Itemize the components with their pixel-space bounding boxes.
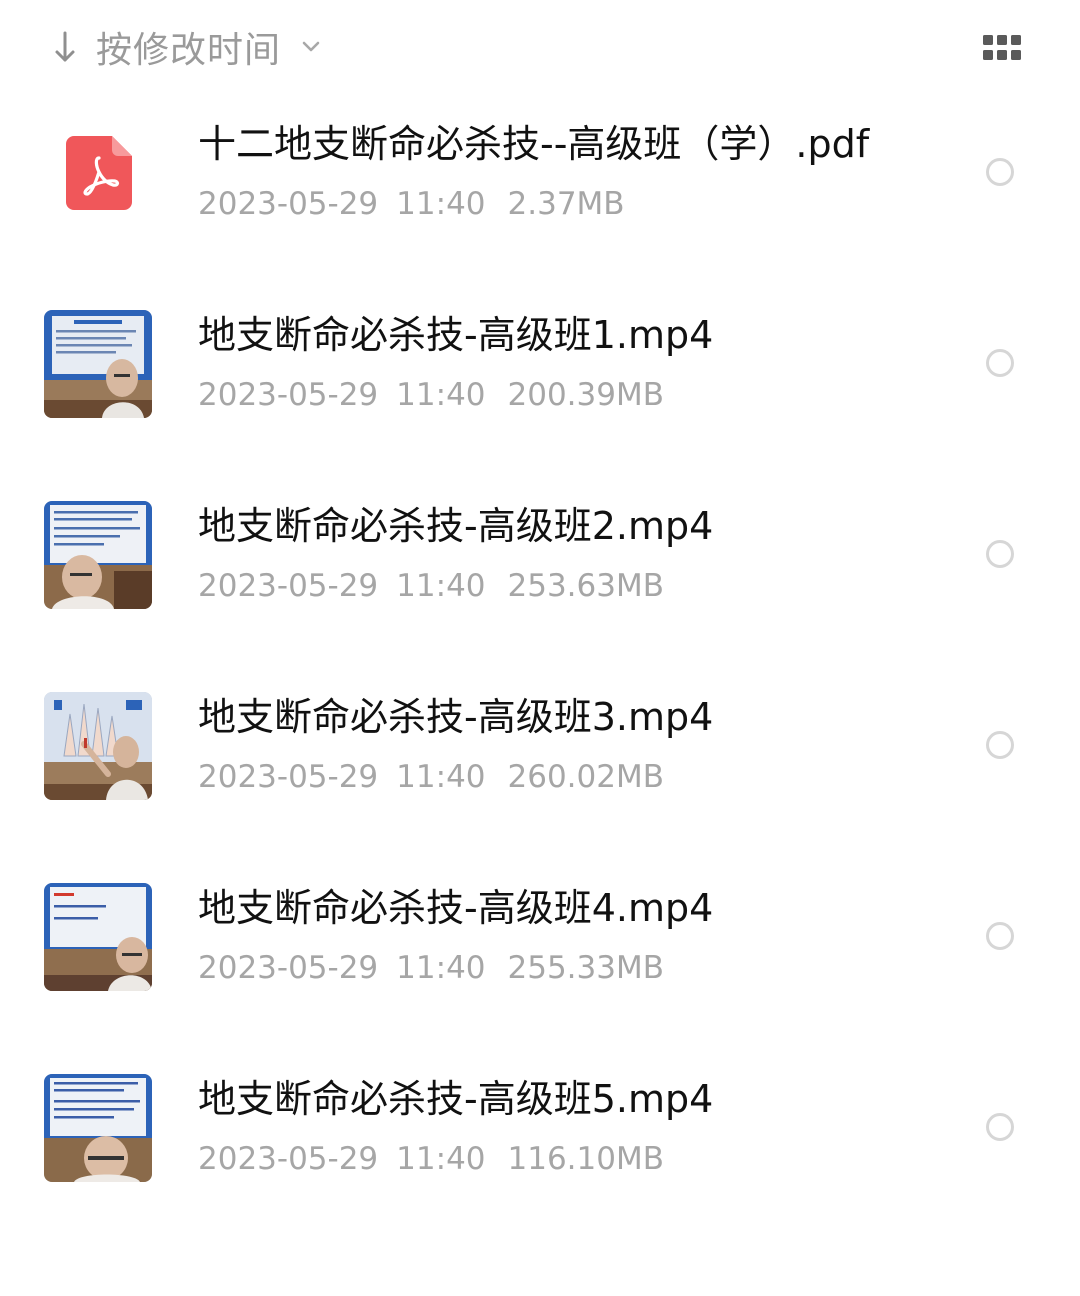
pdf-icon xyxy=(66,136,132,210)
select-checkbox[interactable] xyxy=(986,922,1014,950)
file-size: 253.63MB xyxy=(507,568,664,604)
file-time: 11:40 xyxy=(396,759,486,795)
list-item[interactable]: 十二地支断命必杀技--高级班（学）.pdf 2023-05-29 11:40 2.3… xyxy=(0,96,1080,287)
video-thumbnail xyxy=(44,310,152,418)
list-item[interactable]: 地支断命必杀技-高级班2.mp4 2023-05-29 11:40 253.63MB xyxy=(0,478,1080,669)
toolbar: 按修改时间 xyxy=(0,0,1080,96)
file-meta: 2023-05-29 11:40 2.37MB xyxy=(198,184,625,224)
file-name: 地支断命必杀技-高级班3.mp4 xyxy=(198,695,714,739)
file-meta: 2023-05-29 11:40 255.33MB xyxy=(198,948,664,988)
video-thumbnail xyxy=(44,883,152,991)
select-checkbox[interactable] xyxy=(986,540,1014,568)
arrow-down-icon xyxy=(55,31,75,62)
file-meta: 2023-05-29 11:40 116.10MB xyxy=(198,1139,664,1179)
video-thumbnail xyxy=(44,692,152,800)
file-date: 2023-05-29 xyxy=(198,950,379,986)
file-name: 地支断命必杀技-高级班2.mp4 xyxy=(198,504,714,548)
sort-button[interactable]: 按修改时间 xyxy=(52,22,321,72)
file-time: 11:40 xyxy=(396,377,486,413)
file-name: 地支断命必杀技-高级班1.mp4 xyxy=(198,313,714,357)
file-date: 2023-05-29 xyxy=(198,1141,379,1177)
file-date: 2023-05-29 xyxy=(198,568,379,604)
sort-label: 按修改时间 xyxy=(96,30,282,71)
file-time: 11:40 xyxy=(396,568,486,604)
chevron-down-icon xyxy=(302,41,320,52)
file-date: 2023-05-29 xyxy=(198,759,379,795)
list-item[interactable]: 地支断命必杀技-高级班5.mp4 2023-05-29 11:40 116.10MB xyxy=(0,1051,1080,1242)
file-size: 255.33MB xyxy=(507,950,664,986)
list-item[interactable]: 地支断命必杀技-高级班3.mp4 2023-05-29 11:40 260.02MB xyxy=(0,669,1080,860)
file-date: 2023-05-29 xyxy=(198,186,379,222)
grid-view-icon[interactable] xyxy=(982,34,1022,62)
select-checkbox[interactable] xyxy=(986,1113,1014,1141)
select-checkbox[interactable] xyxy=(986,349,1014,377)
file-size: 200.39MB xyxy=(507,377,664,413)
file-time: 11:40 xyxy=(396,186,486,222)
select-checkbox[interactable] xyxy=(986,731,1014,759)
file-time: 11:40 xyxy=(396,1141,486,1177)
file-size: 2.37MB xyxy=(507,186,625,222)
video-thumbnail xyxy=(44,1074,152,1182)
video-thumbnail xyxy=(44,501,152,609)
file-meta: 2023-05-29 11:40 200.39MB xyxy=(198,375,664,415)
file-time: 11:40 xyxy=(396,950,486,986)
list-item[interactable]: 地支断命必杀技-高级班4.mp4 2023-05-29 11:40 255.33MB xyxy=(0,860,1080,1051)
list-item[interactable]: 地支断命必杀技-高级班1.mp4 2023-05-29 11:40 200.39MB xyxy=(0,287,1080,478)
file-name: 十二地支断命必杀技--高级班（学）.pdf xyxy=(198,122,870,166)
file-name: 地支断命必杀技-高级班5.mp4 xyxy=(198,1077,714,1121)
file-meta: 2023-05-29 11:40 253.63MB xyxy=(198,566,664,606)
select-checkbox[interactable] xyxy=(986,158,1014,186)
file-name: 地支断命必杀技-高级班4.mp4 xyxy=(198,886,714,930)
file-size: 116.10MB xyxy=(507,1141,664,1177)
file-meta: 2023-05-29 11:40 260.02MB xyxy=(198,757,664,797)
file-date: 2023-05-29 xyxy=(198,377,379,413)
file-size: 260.02MB xyxy=(507,759,664,795)
